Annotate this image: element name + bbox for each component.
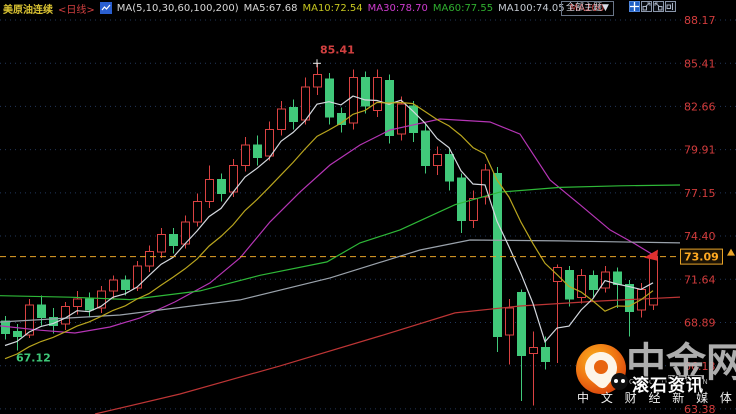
svg-text:85.41: 85.41 [684, 57, 716, 70]
svg-text:77.15: 77.15 [684, 187, 716, 200]
low-price-label: 67.12 [16, 351, 51, 364]
chart-app-window: 美原油连续 <日线> MA(5,10,30,60,100,200) MA5:67… [0, 0, 736, 414]
pane-popout-right-icon[interactable] [653, 1, 664, 12]
legend-ma60: MA60:77.55 [432, 2, 494, 14]
legend-ma10: MA10:72.54 [302, 2, 363, 14]
instrument-name: 美原油连续 [3, 4, 53, 16]
chart-type-icon[interactable] [99, 2, 112, 14]
current-price-value: 73.09 [684, 251, 719, 264]
layout-toolbar [629, 1, 676, 12]
candles [1, 63, 658, 406]
watermark-subbrand: 滚石资讯 [632, 376, 704, 396]
svg-text:71.64: 71.64 [684, 273, 716, 286]
pane-append-icon[interactable] [665, 1, 676, 12]
svg-text:82.66: 82.66 [684, 100, 716, 113]
legend-ma100: MA100:74.05 [498, 2, 565, 14]
legend-ma30: MA30:78.70 [367, 2, 428, 14]
panda-badge-icon [611, 373, 628, 390]
svg-text:79.91: 79.91 [684, 144, 716, 157]
split-grid-icon[interactable] [629, 1, 640, 12]
legend-ma5: MA5:67.68 [243, 2, 298, 14]
svg-text:68.89: 68.89 [684, 317, 716, 330]
pane-popout-left-icon[interactable] [641, 1, 652, 12]
ma-params: MA(5,10,30,60,100,200) [116, 2, 239, 14]
theme-dropdown[interactable]: 全部主题▼ [561, 1, 614, 16]
svg-text:74.40: 74.40 [684, 230, 716, 243]
high-price-label: 85.41 [320, 43, 355, 56]
chart-header: 美原油连续 <日线> MA(5,10,30,60,100,200) MA5:67… [0, 0, 736, 16]
period-label: <日线> [58, 4, 95, 16]
price-tag-marker-icon [727, 248, 735, 256]
ma-line-ma10 [4, 101, 654, 360]
